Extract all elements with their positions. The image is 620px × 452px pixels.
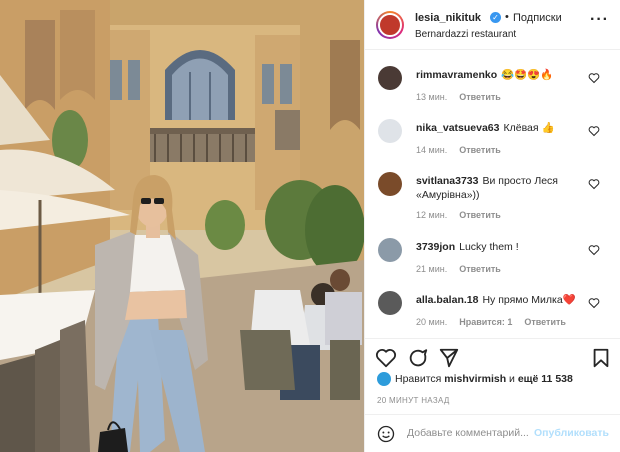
comment-body: 😂🤩😍🔥 <box>501 69 554 81</box>
commenter-username[interactable]: nika_vatsueva63 <box>416 122 499 134</box>
reply-button[interactable]: Ответить <box>459 210 501 220</box>
following-button[interactable]: Подписки <box>513 12 562 24</box>
post-timestamp[interactable]: 20 МИНУТ НАЗАД <box>377 396 450 405</box>
comment-time[interactable]: 13 мин. <box>416 92 447 102</box>
post-comment-button[interactable]: Опубликовать <box>534 427 609 439</box>
comment-time[interactable]: 20 мин. <box>416 317 447 327</box>
more-options-icon[interactable]: ··· <box>590 12 609 28</box>
comment-meta: 20 мин. Нравится: 1 Ответить <box>416 317 578 327</box>
post-actions <box>365 338 620 370</box>
reply-button[interactable]: Ответить <box>459 145 501 155</box>
likes-prefix: Нравится <box>395 372 442 385</box>
comment-item: alla.balan.18 Ну прямо Милка❤️ 20 мин. Нра… <box>365 285 620 345</box>
commenter-avatar[interactable] <box>378 66 402 90</box>
comment-text: svitlana3733 Ви просто Леся «Амурівна»)) <box>416 174 591 202</box>
likes-count[interactable]: ещё 11 538 <box>518 373 573 385</box>
liker-avatar[interactable] <box>377 372 391 386</box>
commenter-username[interactable]: alla.balan.18 <box>416 294 478 306</box>
comment-input[interactable] <box>407 427 532 439</box>
post-location[interactable]: Bernardazzi restaurant <box>415 29 516 40</box>
commenter-avatar[interactable] <box>378 291 402 315</box>
comment-like-heart-icon[interactable] <box>588 178 600 190</box>
liker-username[interactable]: mishvirmish <box>444 373 506 385</box>
commenter-avatar[interactable] <box>378 119 402 143</box>
add-comment-bar: Опубликовать <box>365 414 620 452</box>
comment-like-heart-icon[interactable] <box>588 244 600 256</box>
likes-conjunction: и <box>509 372 515 385</box>
commenter-username[interactable]: 3739jon <box>416 241 455 253</box>
comment-time[interactable]: 14 мин. <box>416 145 447 155</box>
commenter-username[interactable]: rimmavramenko <box>416 69 497 81</box>
post-details-panel: lesia_nikituk ✓ • Подписки Bernardazzi r… <box>364 0 620 452</box>
photo-illustration <box>0 0 364 452</box>
comment-meta: 12 мин. Ответить <box>416 210 513 220</box>
comment-text: rimmavramenko 😂🤩😍🔥 <box>416 68 591 82</box>
comment-time[interactable]: 21 мин. <box>416 264 447 274</box>
commenter-username[interactable]: svitlana3733 <box>416 175 478 187</box>
comment-body: Lucky them ! <box>459 241 519 253</box>
comment-like-count[interactable]: Нравится: 1 <box>459 317 512 327</box>
author-avatar[interactable] <box>376 11 404 39</box>
comment-text: 3739jon Lucky them ! <box>416 240 591 254</box>
comment-text: alla.balan.18 Ну прямо Милка❤️ <box>416 293 591 307</box>
emoji-icon[interactable] <box>377 425 395 443</box>
post-header: lesia_nikituk ✓ • Подписки Bernardazzi r… <box>365 0 620 50</box>
comment-meta: 14 мин. Ответить <box>416 145 513 155</box>
comment-meta: 13 мин. Ответить <box>416 92 513 102</box>
post-photo[interactable] <box>0 0 364 452</box>
commenter-avatar[interactable] <box>378 238 402 262</box>
comment-meta: 21 мин. Ответить <box>416 264 513 274</box>
comment-like-heart-icon[interactable] <box>588 72 600 84</box>
author-username[interactable]: lesia_nikituk <box>415 12 481 24</box>
comment-body: Ну прямо Милка❤️ <box>482 294 576 306</box>
verified-badge-icon: ✓ <box>490 12 501 23</box>
comment-time[interactable]: 12 мин. <box>416 210 447 220</box>
comment-icon[interactable] <box>407 347 429 369</box>
comment-item: svitlana3733 Ви просто Леся «Амурівна»)) … <box>365 166 620 226</box>
reply-button[interactable]: Ответить <box>459 264 501 274</box>
comment-item: 3739jon Lucky them ! 21 мин. Ответить <box>365 232 620 292</box>
comment-like-heart-icon[interactable] <box>588 125 600 137</box>
commenter-avatar[interactable] <box>378 172 402 196</box>
reply-button[interactable]: Ответить <box>524 317 566 327</box>
comment-text: nika_vatsueva63 Клёвая 👍 <box>416 121 591 135</box>
share-icon[interactable] <box>438 347 460 369</box>
bookmark-icon[interactable] <box>590 347 612 369</box>
reply-button[interactable]: Ответить <box>459 92 501 102</box>
comment-body: Клёвая 👍 <box>503 122 555 134</box>
likes-summary: Нравится mishvirmish и ещё 11 538 <box>377 372 573 386</box>
comment-item: rimmavramenko 😂🤩😍🔥 13 мин. Ответить <box>365 60 620 120</box>
separator-dot: • <box>505 11 509 23</box>
comment-item: nika_vatsueva63 Клёвая 👍 14 мин. Ответить <box>365 113 620 173</box>
comment-like-heart-icon[interactable] <box>588 297 600 309</box>
heart-icon[interactable] <box>375 347 397 369</box>
